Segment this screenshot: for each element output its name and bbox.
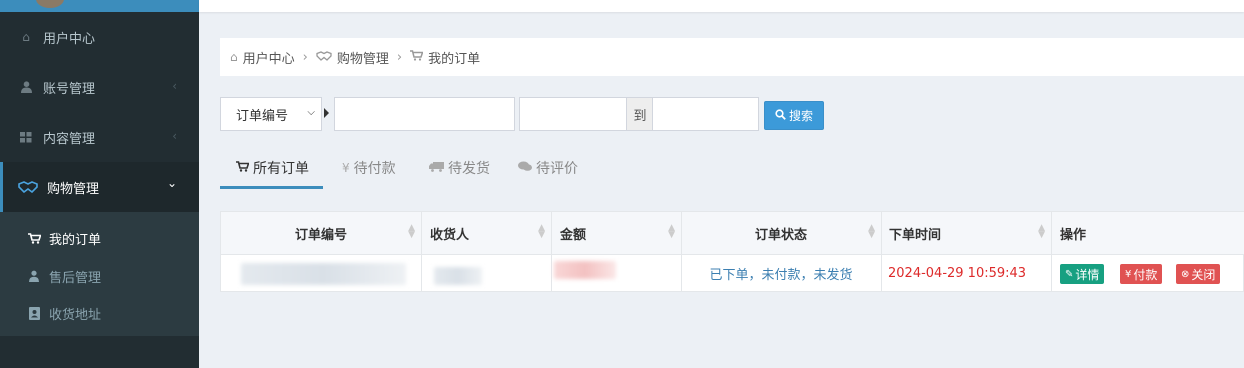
search-keyword-input[interactable] [334,97,515,131]
column-header-order-time[interactable]: 下单时间 ▲ ▼ [881,212,1051,254]
sidebar-subitem-my-orders[interactable]: 我的订单 [0,220,199,256]
sort-icon: ▲ ▼ [868,223,875,240]
home-icon: ⌂ [230,50,238,64]
orders-table: 订单编号 ▲ ▼ 收货人 ▲ ▼ 金额 ▲ ▼ 订单状态 ▲ ▼ 下单时间 ▲ ▼ 操作 … [220,211,1244,292]
sort-icon: ▲ ▼ [538,223,545,240]
close-order-button[interactable]: ⊗ 关闭 [1176,264,1221,284]
sort-icon: ▲ ▼ [668,223,675,240]
sidebar-item-label: 购物管理 [47,181,100,197]
date-to-input[interactable] [652,97,759,131]
sidebar-subitem-after-sales[interactable]: 售后管理 [0,258,199,294]
breadcrumb-item-user-center[interactable]: ⌂ 用户中心 [230,48,295,67]
user-group-icon [27,270,41,282]
sidebar: ⌂ 用户中心 账号管理 ‹ 内容管理 ‹ 购物管理 ⌄ 我的订单 售后管理 收货… [0,0,199,368]
redacted-order-no [241,263,406,285]
redacted-receiver [434,267,482,285]
redacted-amount [554,261,616,279]
sidebar-item-label: 账号管理 [43,81,96,97]
date-range-separator: 到 [627,97,653,131]
cart-icon [236,161,250,175]
cart-icon [27,232,41,244]
sidebar-subitem-label: 售后管理 [49,270,102,286]
sidebar-subitem-address[interactable]: 收货地址 [0,295,199,331]
avatar[interactable] [36,0,64,8]
sidebar-item-label: 用户中心 [43,31,96,47]
search-field-select[interactable]: 订单编号 ⌵ [220,97,322,131]
tab-all-orders[interactable]: 所有订单 [236,152,309,184]
breadcrumb-item-shopping[interactable]: 购物管理 [316,48,389,67]
order-time: 2024-04-29 10:59:43 [888,265,1027,281]
breadcrumb-separator: › [302,49,308,65]
search-button[interactable]: 搜索 [764,101,824,130]
tab-pending-review[interactable]: 待评价 [518,152,578,184]
edit-icon: ✎ [1065,268,1074,280]
yen-icon: ¥ [342,161,350,175]
home-icon: ⌂ [22,30,30,44]
column-divider [551,212,552,292]
sidebar-item-user-center[interactable]: ⌂ 用户中心 [0,12,199,62]
detail-button[interactable]: ✎ 详情 [1060,264,1105,284]
comments-icon [518,161,532,175]
yen-icon: ¥ [1125,268,1132,280]
address-book-icon [27,306,41,320]
sidebar-subitem-label: 我的订单 [49,232,102,248]
sidebar-submenu: 我的订单 售后管理 收货地址 [0,212,199,336]
search-icon [775,108,786,123]
sidebar-item-account[interactable]: 账号管理 ‹ [0,62,199,112]
handshake-icon [316,50,332,64]
column-header-status[interactable]: 订单状态 ▲ ▼ [681,212,881,254]
chevron-down-icon: ⌄ [166,176,177,190]
chevron-left-icon: ‹ [172,79,177,93]
breadcrumb-item-my-orders: 我的订单 [410,48,480,67]
sort-icon: ▲ ▼ [1038,223,1045,240]
column-divider [421,212,422,292]
user-icon [18,80,34,94]
order-status: 已下单，未付款，未发货 [709,267,853,283]
sidebar-item-label: 内容管理 [43,131,96,147]
row-actions: ✎ 详情 ¥ 付款 ⊗ 关闭 [1051,254,1244,292]
sidebar-item-shopping[interactable]: 购物管理 ⌄ [0,162,199,212]
column-header-amount[interactable]: 金额 ▲ ▼ [551,212,681,254]
close-circle-icon: ⊗ [1181,268,1190,280]
column-header-actions: 操作 [1051,212,1244,254]
grid-icon [18,130,34,144]
truck-icon [429,161,444,175]
chevron-left-icon: ‹ [172,129,177,143]
pay-button[interactable]: ¥ 付款 [1120,264,1163,284]
active-tab-indicator [220,186,323,189]
tab-pending-shipment[interactable]: 待发货 [429,152,490,184]
sidebar-user-panel [0,0,199,12]
chevron-down-icon: ⌵ [307,107,315,118]
breadcrumb-separator: › [396,49,403,65]
sort-icon: ▲ ▼ [408,223,415,240]
sidebar-subitem-label: 收货地址 [49,307,102,323]
caret-right-icon [324,108,329,118]
handshake-icon [18,180,38,194]
column-header-order-no[interactable]: 订单编号 ▲ ▼ [221,212,421,254]
sidebar-item-content[interactable]: 内容管理 ‹ [0,112,199,162]
breadcrumb: ⌂ 用户中心 › 购物管理 › 我的订单 [220,38,1244,76]
cart-icon [410,50,424,64]
top-header [199,0,1244,12]
date-from-input[interactable] [519,97,627,131]
tab-pending-payment[interactable]: ¥ 待付款 [342,152,396,184]
column-header-receiver[interactable]: 收货人 ▲ ▼ [421,212,551,254]
